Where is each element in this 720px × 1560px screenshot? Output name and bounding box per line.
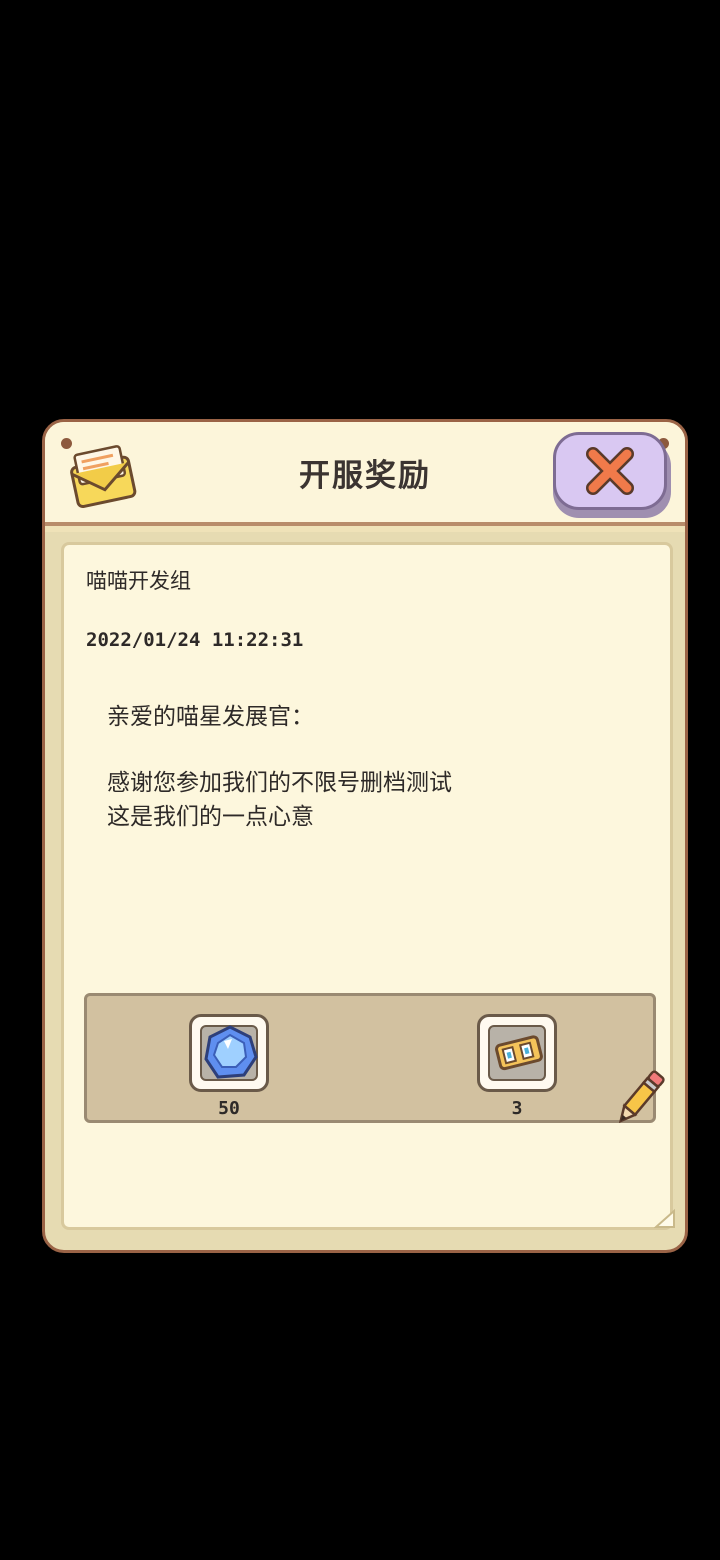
mail-greeting: 亲爱的喵星发展官： <box>107 704 314 730</box>
close-icon[interactable] <box>583 444 637 498</box>
blue-gem-icon <box>204 1025 258 1079</box>
rewards-box: 50 3 <box>84 993 656 1123</box>
reward-item-gem[interactable]: 50 <box>189 1014 269 1119</box>
pencil-icon <box>618 1070 665 1124</box>
reward-item-ticket[interactable]: 3 <box>477 1014 557 1119</box>
mail-sender: 喵喵开发组 <box>86 569 191 593</box>
mail-content: 喵喵开发组 2022/01/24 11:22:31 亲爱的喵星发展官： 感谢您参… <box>61 542 675 1230</box>
reward-qty: 3 <box>511 1098 523 1119</box>
ticket-icon <box>495 1035 543 1071</box>
mail-date: 2022/01/24 11:22:31 <box>86 629 304 651</box>
close-button[interactable] <box>553 432 671 518</box>
mail-dialog: 开服奖励 喵喵开发组 2022/01/24 11:22:31 亲爱的喵星发展官：… <box>42 419 688 1253</box>
mail-line-2: 这是我们的一点心意 <box>107 804 314 830</box>
reward-qty: 50 <box>218 1098 240 1119</box>
dialog-header: 开服奖励 <box>45 422 685 526</box>
mail-line-1: 感谢您参加我们的不限号删档测试 <box>107 770 452 796</box>
page-curl-icon <box>654 1209 675 1228</box>
